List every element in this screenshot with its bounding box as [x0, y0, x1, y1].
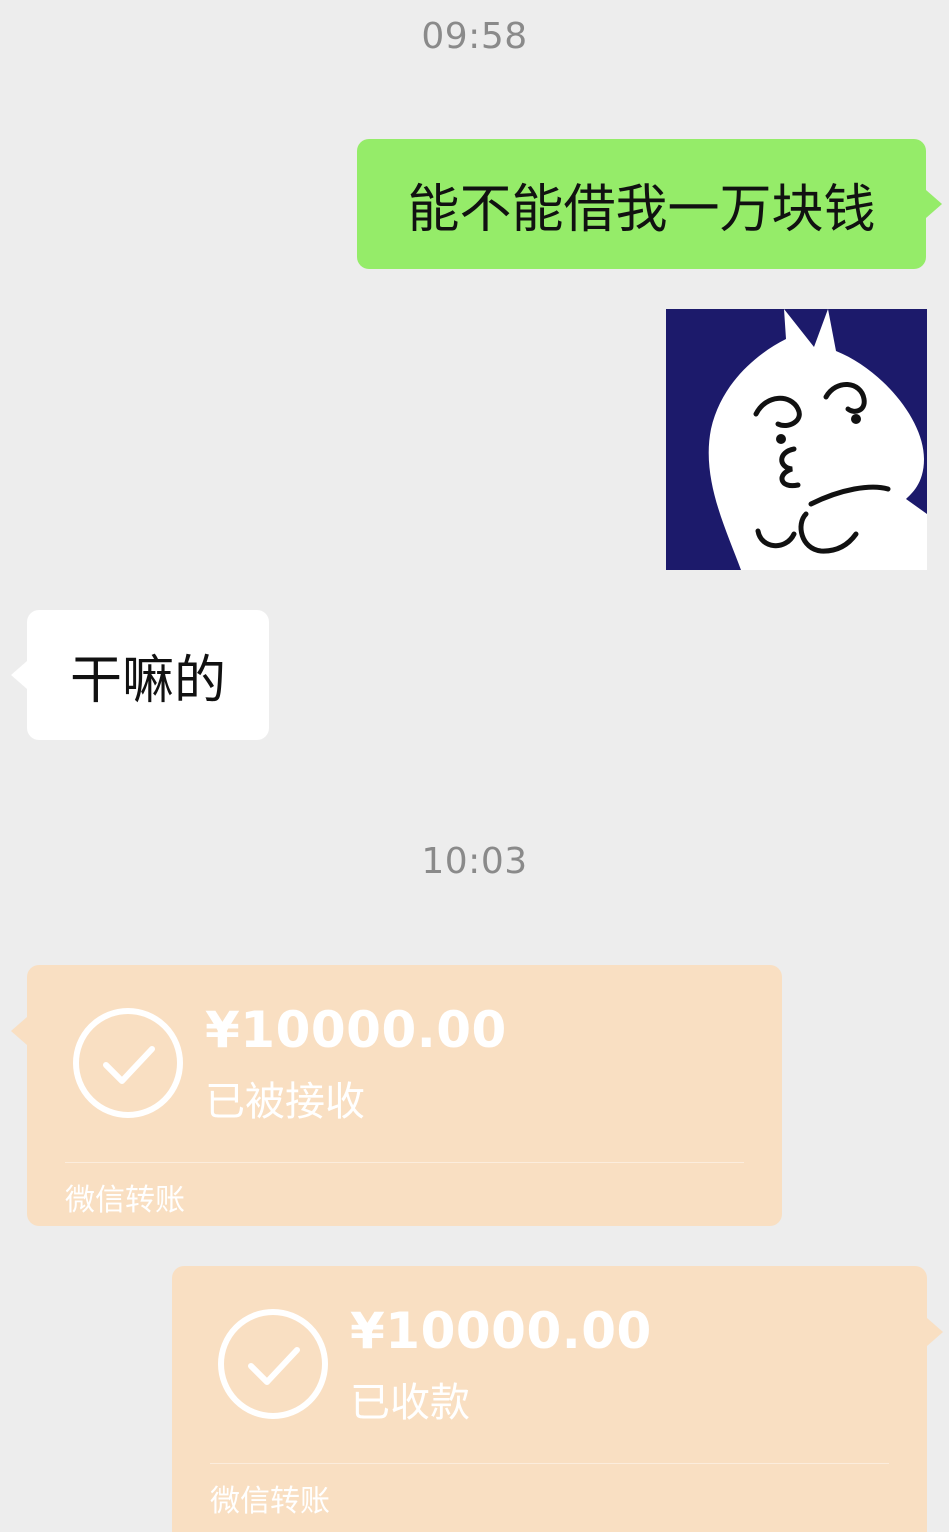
divider [65, 1162, 744, 1163]
incoming-message-bubble[interactable]: 干嘛的 [11, 610, 269, 740]
outgoing-transfer-card[interactable]: ¥10000.00 已收款 微信转账 [172, 1266, 943, 1532]
sticker-message[interactable] [666, 309, 927, 570]
timestamp: 09:58 [421, 16, 528, 57]
check-circle-icon [218, 1309, 328, 1419]
check-circle-icon [73, 1008, 183, 1118]
outgoing-message-bubble[interactable]: 能不能借我一万块钱 [357, 139, 942, 269]
transfer-status: 已收款 [350, 1380, 470, 1426]
divider [210, 1463, 889, 1464]
transfer-status: 已被接收 [205, 1079, 365, 1125]
transfer-amount: ¥10000.00 [205, 1001, 507, 1059]
cute-cat-sticker-icon [708, 309, 927, 570]
transfer-label: 微信转账 [210, 1484, 330, 1519]
transfer-label: 微信转账 [65, 1183, 185, 1218]
incoming-transfer-card[interactable]: ¥10000.00 已被接收 微信转账 [11, 965, 782, 1226]
message-text: 能不能借我一万块钱 [407, 179, 876, 240]
transfer-amount: ¥10000.00 [350, 1302, 652, 1360]
timestamp: 10:03 [421, 841, 528, 882]
message-text: 干嘛的 [69, 650, 226, 711]
